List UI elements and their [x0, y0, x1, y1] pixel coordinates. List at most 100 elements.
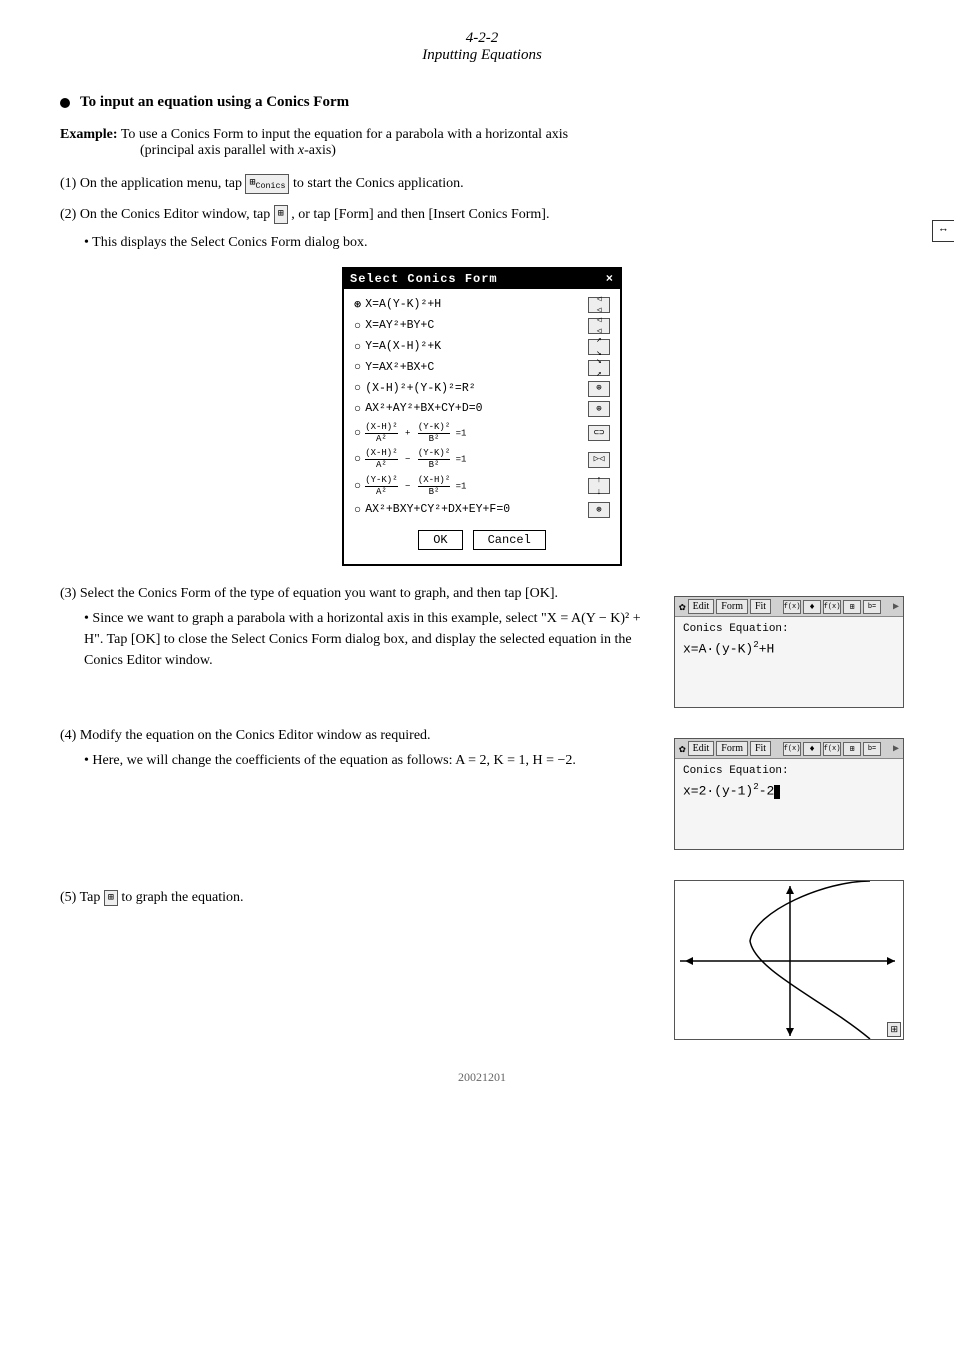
- radio-6-icon: ○: [354, 401, 361, 418]
- radio-8-icon: ○: [354, 451, 361, 468]
- step-5-number: (5) Tap: [60, 891, 104, 906]
- dialog-buttons: OK Cancel: [354, 522, 610, 556]
- dialog-row-6-icon: ⊕: [588, 401, 610, 417]
- calc-icon-1-4[interactable]: f(x): [783, 742, 801, 756]
- header-title: Inputting Equations: [60, 47, 904, 64]
- calc-form-4[interactable]: Form: [716, 741, 748, 756]
- step-2: (2) On the Conics Editor window, tap ⊞ ,…: [60, 204, 904, 225]
- dialog-row-8-icon: ▷◁: [588, 452, 610, 468]
- calc-toolbar-left-3: ✿ Edit Form Fit: [679, 599, 771, 614]
- graph-svg: [675, 881, 904, 1040]
- dialog-row-5-text: (X-H)²+(Y-K)²=R²: [365, 381, 475, 397]
- dialog-row-8: ○ (X-H)² A² − (Y-K)² B² =1: [354, 448, 610, 471]
- dialog-row-4-text: Y=AX²+BX+C: [365, 360, 434, 376]
- select-conics-form-dialog: Select Conics Form × ⊛ X=A(Y-K)²+H ◁◁ ○ …: [342, 267, 622, 566]
- calc-icon-4-3[interactable]: ⊞: [843, 600, 861, 614]
- calc-icon-1-3[interactable]: f(x): [783, 600, 801, 614]
- dialog-row-2-text: X=AY²+BY+C: [365, 318, 434, 334]
- calc-edit-4[interactable]: Edit: [688, 741, 715, 756]
- calc-fit-4[interactable]: Fit: [750, 741, 771, 756]
- step-2-text: (2) On the Conics Editor window, tap: [60, 207, 274, 222]
- calc-equation-3: x=A·(y-K)2+H: [683, 639, 895, 656]
- radio-7-icon: ○: [354, 425, 361, 442]
- dialog-row-10-text: AX²+BXY+CY²+DX+EY+F=0: [365, 502, 510, 518]
- example-text: To use a Conics Form to input the equati…: [121, 127, 568, 142]
- dialog-row-7-text: (X-H)² A² + (Y-K)² B² =1: [365, 422, 466, 445]
- calc-wing-icon-4: ✿: [679, 742, 686, 756]
- calc-icon-4-4[interactable]: ⊞: [843, 742, 861, 756]
- step-3-number: (3) Select the Conics Form of the type o…: [60, 586, 558, 601]
- step-5-text2: to graph the equation.: [121, 891, 243, 906]
- step-4-row: (4) Modify the equation on the Conics Ed…: [60, 728, 654, 744]
- dialog-row-10: ○ AX²+BXY+CY²+DX+EY+F=0 ⊛: [354, 502, 610, 519]
- graph-corner-icon[interactable]: ⊞: [887, 1022, 901, 1037]
- calc-body-4: Conics Equation: x=2·(y-1)2-2: [675, 759, 903, 849]
- calc-label-3: Conics Equation:: [683, 623, 895, 635]
- calc-toolbar-icons-3: f(x) ♦ f(x) ⊞ b=: [783, 600, 881, 614]
- calc-toolbar-icons-4: f(x) ♦ f(x) ⊞ b=: [783, 742, 881, 756]
- graph-icon: ⊞: [104, 890, 118, 906]
- side-tab: ↕: [932, 220, 954, 242]
- radio-4-icon: ○: [354, 359, 361, 376]
- dialog-title: Select Conics Form ×: [344, 269, 620, 289]
- header-section: 4-2-2: [60, 30, 904, 47]
- calc-fit-3[interactable]: Fit: [750, 599, 771, 614]
- dialog-row-3: ○ Y=A(X-H)²+K ↗↘: [354, 339, 610, 356]
- step-3-right: ✿ Edit Form Fit f(x) ♦ f(x) ⊞ b= ▶: [674, 586, 904, 708]
- calc-label-4: Conics Equation:: [683, 765, 895, 777]
- calc-arrow-3: ▶: [893, 601, 899, 613]
- graph-screen: ⊞: [674, 880, 904, 1040]
- step-1-number: (1) On the application menu, tap: [60, 176, 245, 191]
- calc-equation-4: x=2·(y-1)2-2: [683, 781, 895, 798]
- calc-toolbar-4: ✿ Edit Form Fit f(x) ♦ f(x) ⊞ b= ▶: [675, 739, 903, 759]
- footer-text: 20021201: [458, 1070, 506, 1084]
- calc-toolbar-3: ✿ Edit Form Fit f(x) ♦ f(x) ⊞ b= ▶: [675, 597, 903, 617]
- step-3-block: (3) Select the Conics Form of the type o…: [60, 586, 904, 708]
- calc-toolbar-left-4: ✿ Edit Form Fit: [679, 741, 771, 756]
- dialog-row-8-text: (X-H)² A² − (Y-K)² B² =1: [365, 448, 466, 471]
- calc-wing-icon-3: ✿: [679, 600, 686, 614]
- section-heading: To input an equation using a Conics Form: [60, 94, 904, 111]
- radio-3-icon: ○: [354, 339, 361, 356]
- form-icon: ⊞: [274, 205, 288, 224]
- dialog-row-2-icon: ◁◁: [588, 318, 610, 334]
- calc-icon-3-4[interactable]: f(x): [823, 742, 841, 756]
- dialog-row-10-icon: ⊛: [588, 502, 610, 518]
- dialog-row-5-icon: ⊕: [588, 381, 610, 397]
- step-5-left: (5) Tap ⊞ to graph the equation.: [60, 870, 654, 1040]
- calc-screen-3: ✿ Edit Form Fit f(x) ♦ f(x) ⊞ b= ▶: [674, 596, 904, 708]
- dialog-close-button[interactable]: ×: [606, 272, 614, 286]
- step-4-left: (4) Modify the equation on the Conics Ed…: [60, 728, 654, 850]
- step-2-text2: , or tap [Form] and then [Insert Conics …: [291, 207, 549, 222]
- calc-icon-2-3[interactable]: ♦: [803, 600, 821, 614]
- example-indent: (principal axis parallel with x-axis): [140, 143, 336, 158]
- calc-form-3[interactable]: Form: [716, 599, 748, 614]
- dialog-cancel-button[interactable]: Cancel: [473, 530, 546, 550]
- dialog-row-4: ○ Y=AX²+BX+C ↘↗: [354, 359, 610, 376]
- calc-icon-5-3[interactable]: b=: [863, 600, 881, 614]
- dialog-row-5: ○ (X-H)²+(Y-K)²=R² ⊕: [354, 380, 610, 397]
- step-4-number: (4) Modify the equation on the Conics Ed…: [60, 728, 431, 743]
- dialog-wrapper: Select Conics Form × ⊛ X=A(Y-K)²+H ◁◁ ○ …: [60, 267, 904, 566]
- radio-5-icon: ○: [354, 380, 361, 397]
- dialog-ok-button[interactable]: OK: [418, 530, 462, 550]
- step-3-row: (3) Select the Conics Form of the type o…: [60, 586, 654, 602]
- radio-10-icon: ○: [354, 502, 361, 519]
- calc-arrow-4: ▶: [893, 743, 899, 755]
- dialog-row-2: ○ X=AY²+BY+C ◁◁: [354, 318, 610, 335]
- dialog-row-9-text: (Y-K)² A² − (X-H)² B² =1: [365, 475, 466, 498]
- calc-body-3: Conics Equation: x=A·(y-K)2+H: [675, 617, 903, 707]
- dialog-row-1: ⊛ X=A(Y-K)²+H ◁◁: [354, 297, 610, 314]
- dialog-row-6: ○ AX²+AY²+BX+CY+D=0 ⊕: [354, 401, 610, 418]
- step-5-block: (5) Tap ⊞ to graph the equation.: [60, 870, 904, 1040]
- dialog-row-1-icon: ◁◁: [588, 297, 610, 313]
- calc-icon-3-3[interactable]: f(x): [823, 600, 841, 614]
- step-3-bullet: Since we want to graph a parabola with a…: [84, 608, 654, 671]
- calc-icon-5-4[interactable]: b=: [863, 742, 881, 756]
- dialog-row-1-text: X=A(Y-K)²+H: [365, 297, 441, 313]
- step-1-text2: to start the Conics application.: [293, 176, 464, 191]
- calc-edit-3[interactable]: Edit: [688, 599, 715, 614]
- dialog-body: ⊛ X=A(Y-K)²+H ◁◁ ○ X=AY²+BY+C ◁◁ ○ Y=A(X…: [344, 289, 620, 564]
- radio-9-icon: ○: [354, 478, 361, 495]
- calc-icon-2-4[interactable]: ♦: [803, 742, 821, 756]
